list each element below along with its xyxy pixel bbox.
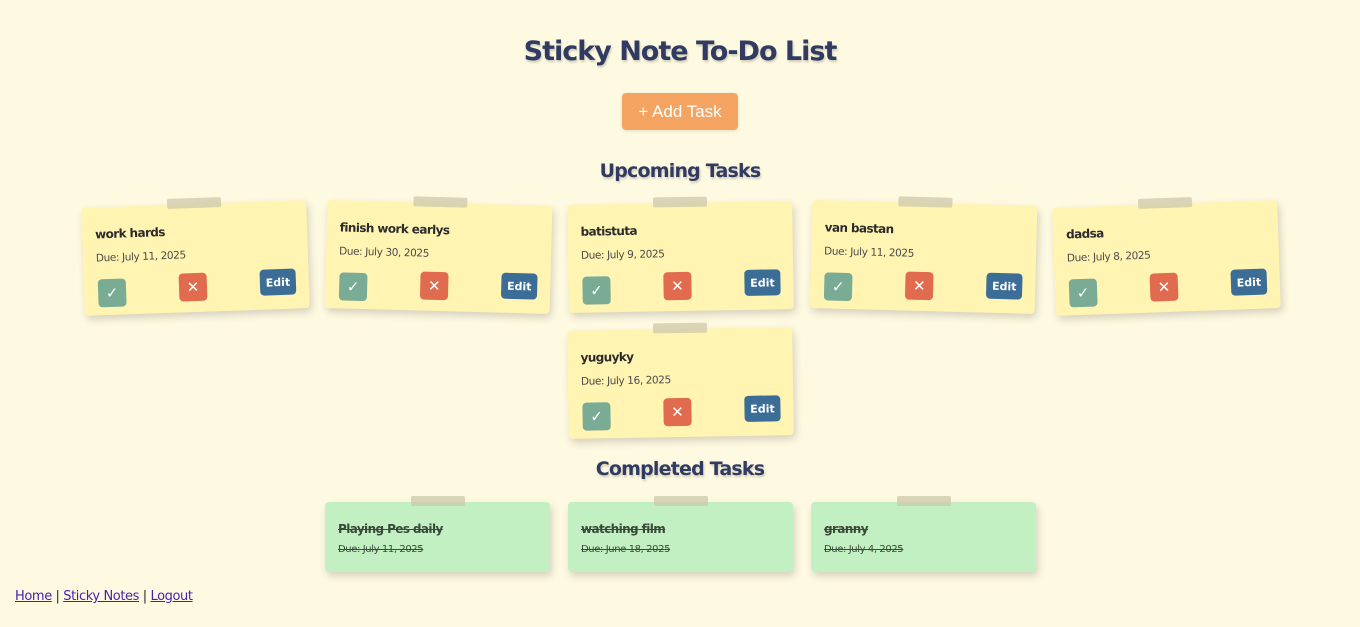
sticky-notes-link[interactable]: Sticky Notes	[63, 589, 139, 604]
task-due-date: Due: July 16, 2025	[580, 374, 671, 388]
delete-button[interactable]: ✕	[1149, 272, 1179, 302]
task-note: dadsa Due: July 8, 2025 ✓ ✕ Edit	[1052, 197, 1281, 316]
complete-button[interactable]: ✓	[97, 278, 127, 308]
tape	[897, 496, 951, 506]
task-due-date: Due: July 11, 2025	[823, 245, 915, 260]
separator: |	[139, 589, 151, 604]
complete-button[interactable]: ✓	[823, 272, 853, 302]
edit-button[interactable]: Edit	[500, 272, 538, 300]
delete-button[interactable]: ✕	[904, 271, 934, 301]
complete-button[interactable]: ✓	[582, 276, 611, 305]
task-title: watching film	[581, 522, 666, 536]
delete-button[interactable]: ✕	[663, 271, 692, 301]
edit-button[interactable]: Edit	[1230, 268, 1268, 296]
completed-task-note: Playing Pes daily Due: July 11, 2025	[325, 496, 550, 572]
separator: |	[51, 589, 64, 604]
completed-task-note: watching film Due: June 18, 2025	[568, 496, 793, 572]
complete-button[interactable]: ✓	[338, 272, 368, 302]
task-title: work hards	[94, 225, 166, 242]
delete-button[interactable]: ✕	[419, 271, 449, 301]
page-title: Sticky Note To-Do List	[523, 36, 838, 67]
task-title: batistuta	[580, 223, 638, 239]
task-note: yuguyky Due: July 16, 2025 ✓ ✕ Edit	[567, 322, 794, 439]
task-title: van bastan	[824, 220, 894, 237]
task-due-date: Due: July 11, 2025	[338, 544, 424, 555]
edit-button[interactable]: Edit	[985, 272, 1023, 300]
tape	[413, 196, 468, 208]
edit-button[interactable]: Edit	[259, 268, 297, 296]
tape	[166, 197, 222, 209]
completed-task-note: granny Due: July 4, 2025	[811, 496, 1036, 572]
delete-button[interactable]: ✕	[663, 397, 692, 427]
task-due-date: Due: July 9, 2025	[580, 248, 665, 262]
task-title: finish work earlys	[339, 220, 450, 238]
task-due-date: Due: June 18, 2025	[581, 544, 671, 555]
tape	[898, 196, 953, 208]
tape	[1137, 197, 1193, 209]
add-task-button[interactable]: + Add Task	[622, 93, 738, 130]
task-note: van bastan Due: July 11, 2025 ✓ ✕ Edit	[809, 196, 1038, 314]
task-note: work hards Due: July 11, 2025 ✓ ✕ Edit	[81, 197, 310, 316]
completed-heading: Completed Tasks	[595, 458, 765, 480]
delete-button[interactable]: ✕	[178, 272, 208, 302]
edit-button[interactable]: Edit	[744, 269, 781, 296]
task-due-date: Due: July 8, 2025	[1066, 249, 1151, 265]
tape	[652, 196, 708, 208]
upcoming-heading: Upcoming Tasks	[599, 160, 762, 182]
home-link[interactable]: Home	[15, 589, 52, 604]
footer-nav: Home | Sticky Notes | Logout	[15, 589, 193, 604]
tape	[654, 496, 708, 506]
complete-button[interactable]: ✓	[1068, 278, 1098, 308]
tape	[652, 322, 708, 334]
task-title: Playing Pes daily	[338, 522, 443, 536]
task-title: granny	[824, 522, 869, 536]
task-note: finish work earlys Due: July 30, 2025 ✓ …	[324, 196, 553, 314]
logout-link[interactable]: Logout	[150, 589, 193, 604]
task-title: yuguyky	[580, 349, 634, 365]
task-due-date: Due: July 4, 2025	[824, 544, 904, 555]
edit-button[interactable]: Edit	[744, 395, 781, 422]
tape	[411, 496, 465, 506]
task-due-date: Due: July 11, 2025	[95, 249, 186, 265]
task-due-date: Due: July 30, 2025	[338, 245, 430, 260]
complete-button[interactable]: ✓	[582, 402, 611, 431]
task-note: batistuta Due: July 9, 2025 ✓ ✕ Edit	[567, 196, 794, 313]
task-title: dadsa	[1065, 226, 1104, 242]
